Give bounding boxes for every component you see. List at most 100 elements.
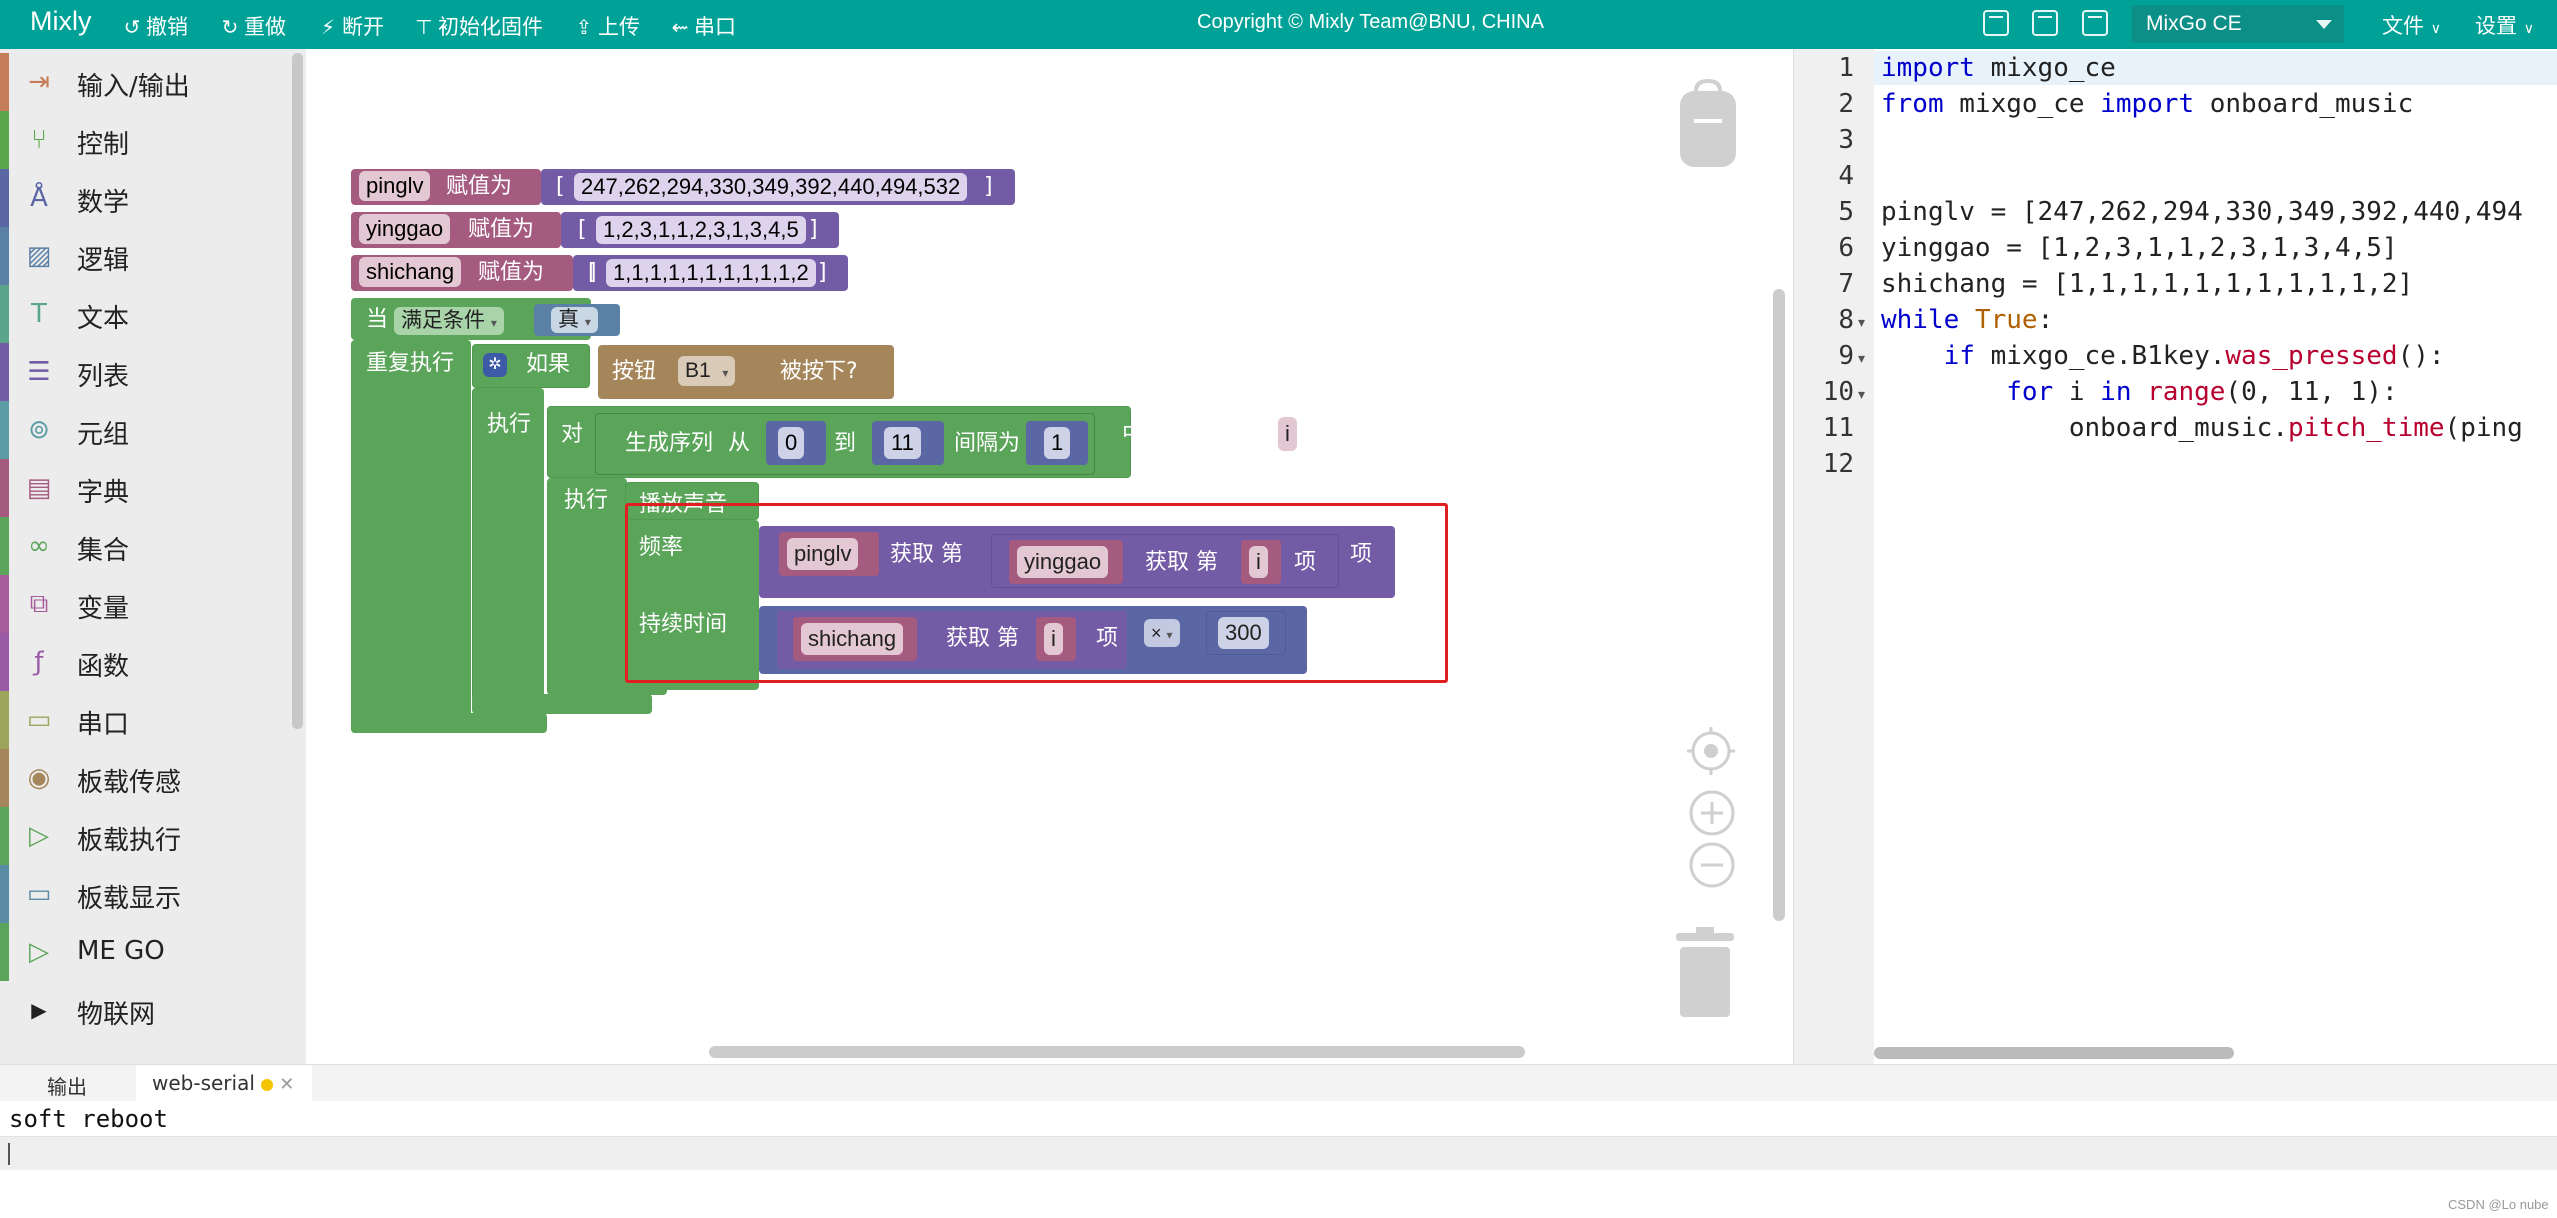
code-line-5: pinglv = [247,262,294,330,349,392,440,49…: [1881, 197, 2523, 227]
code-view-icon[interactable]: [2082, 10, 2108, 36]
chevron-down-icon: ∨: [2523, 21, 2534, 37]
math-icon: Å: [30, 183, 48, 213]
settings-menu[interactable]: 设置 ∨: [2475, 10, 2534, 40]
variable-icon: ⧉: [29, 589, 49, 619]
list-icon: ☰: [27, 357, 51, 387]
code-line-2: from mixgo_ce import onboard_music: [1881, 89, 2414, 119]
sidebar-item-control[interactable]: ⑂ 控制: [0, 111, 290, 169]
board-select[interactable]: MixGo CE: [2132, 5, 2344, 43]
sidebar-item-logic[interactable]: ▨ 逻辑: [0, 227, 290, 285]
sidebar-item-me-go[interactable]: ▷ ME GO: [0, 923, 290, 981]
gear-icon[interactable]: ✲: [483, 353, 507, 377]
workspace-vertical-scrollbar[interactable]: [1773, 289, 1785, 921]
archive-icon[interactable]: [1983, 10, 2009, 36]
repeat-label: 重复执行: [366, 351, 455, 376]
copyright-text: Copyright © Mixly Team@BNU, CHINA: [1197, 11, 1544, 33]
while-mode-dropdown[interactable]: 满足条件 ▾: [394, 307, 504, 335]
blockly-workspace[interactable]: pinglv 赋值为 [ 247,262,294,330,349,392,440…: [306, 49, 1793, 1064]
sidebar-item-variables[interactable]: ⧉ 变量: [0, 575, 290, 633]
set-icon: ∞: [28, 531, 50, 561]
editor-horizontal-scrollbar[interactable]: [1874, 1047, 2234, 1059]
each-label: 中的每个项目: [1122, 422, 1255, 447]
for-label: 对: [561, 422, 584, 447]
code-line-11: onboard_music.pitch_time(ping: [1881, 413, 2523, 443]
serial-button[interactable]: ⇜ 串口: [668, 11, 736, 41]
iter-var-i[interactable]: i: [1278, 417, 1297, 451]
top-toolbar: Mixly ↺ 撤销 ↻ 重做 ⚡ 断开 ⊤ 初始化固件 ⇪ 上传 ⇜ 串口 Copyrig…: [0, 0, 2557, 49]
zoom-out-icon[interactable]: [1689, 842, 1735, 888]
sensor-icon: ◉: [27, 763, 51, 793]
from-label: 从: [728, 431, 751, 456]
undo-icon: ↺: [123, 15, 141, 39]
logic-icon: ▨: [26, 241, 52, 271]
chevron-down-icon: ▾: [722, 366, 729, 380]
output-panel: 输出 web-serial ✕ soft reboot CSDN @Lo nub…: [0, 1064, 2557, 1218]
serial-icon: ▭: [26, 705, 52, 735]
pressed-label: 被按下?: [780, 359, 858, 384]
tab-output[interactable]: 输出: [47, 1071, 87, 1100]
sidebar-item-math[interactable]: Å 数学: [0, 169, 290, 227]
sidebar-item-set[interactable]: ∞ 集合: [0, 517, 290, 575]
chevron-down-icon: ▾: [584, 315, 591, 329]
chevron-down-icon: ∨: [2430, 21, 2441, 37]
sidebar-item-dict[interactable]: ▤ 字典: [0, 459, 290, 517]
recenter-icon[interactable]: [1685, 725, 1737, 777]
fold-arrow-icon[interactable]: ▾: [1858, 351, 1865, 367]
sidebar-item-serial[interactable]: ▭ 串口: [0, 691, 290, 749]
true-dropdown[interactable]: 真 ▾: [551, 307, 598, 333]
assign-label: 赋值为: [478, 260, 545, 285]
firmware-icon: ⊤: [415, 15, 433, 39]
sidebar-item-iot[interactable]: ▶ 物联网: [0, 981, 290, 1039]
sidebar-item-io[interactable]: ⇥ 输入/输出: [0, 53, 290, 111]
sidebar-item-onboard-actuator[interactable]: ▷ 板载执行: [0, 807, 290, 865]
sidebar-item-tuple[interactable]: ⊚ 元组: [0, 401, 290, 459]
file-menu[interactable]: 文件 ∨: [2382, 10, 2441, 40]
code-line-10: for i in range(0, 11, 1):: [2006, 377, 2398, 407]
range-label: 生成序列: [625, 431, 714, 456]
block-category-sidebar: ⇥ 输入/输出 ⑂ 控制 Å 数学 ▨ 逻辑 T 文本 ☰ 列表 ⊚ 元组 ▤ 字典 ∞ 集合 ⧉…: [0, 49, 306, 1064]
sidebar-toggle-icon[interactable]: [2032, 10, 2058, 36]
sidebar-item-list[interactable]: ☰ 列表: [0, 343, 290, 401]
code-editor[interactable]: 1 2 3 4 5 6 7 8 9 10 11 12 ▾ ▾ ▾ import …: [1793, 49, 2557, 1064]
to-value[interactable]: 11: [884, 427, 921, 459]
init-firmware-button[interactable]: ⊤ 初始化固件: [412, 11, 543, 41]
sidebar-scrollbar[interactable]: [292, 53, 303, 729]
var-pinglv[interactable]: pinglv: [359, 171, 431, 201]
workspace-horizontal-scrollbar[interactable]: [709, 1046, 1525, 1058]
sidebar-item-onboard-sensor[interactable]: ◉ 板载传感: [0, 749, 290, 807]
dict-icon: ▤: [26, 473, 52, 503]
tab-web-serial[interactable]: web-serial ✕: [152, 1071, 294, 1095]
upload-icon: ⇪: [575, 15, 593, 39]
step-value[interactable]: 1: [1044, 427, 1071, 459]
sidebar-item-onboard-display[interactable]: ▭ 板载显示: [0, 865, 290, 923]
while-loop-body: [351, 340, 471, 733]
code-line-7: shichang = [1,1,1,1,1,1,1,1,1,1,2]: [1881, 269, 2414, 299]
code-line-9: if mixgo_ce.B1key.was_pressed():: [1943, 341, 2445, 371]
from-value[interactable]: 0: [778, 427, 805, 459]
zoom-in-icon[interactable]: [1689, 790, 1735, 836]
list-values-3[interactable]: 1,1,1,1,1,1,1,1,1,1,2: [606, 259, 816, 287]
button-label: 按钮: [612, 359, 657, 384]
display-icon: ▭: [26, 879, 52, 909]
var-shichang[interactable]: shichang: [359, 257, 462, 287]
control-icon: ⑂: [31, 125, 47, 155]
redo-icon: ↻: [221, 15, 239, 39]
sidebar-item-text[interactable]: T 文本: [0, 285, 290, 343]
upload-button[interactable]: ⇪ 上传: [572, 11, 640, 41]
redo-button[interactable]: ↻ 重做: [218, 11, 286, 41]
serial-input[interactable]: [0, 1136, 2557, 1170]
fold-arrow-icon[interactable]: ▾: [1858, 315, 1865, 331]
do-label: 执行: [564, 488, 609, 513]
backpack-icon[interactable]: [1678, 79, 1738, 169]
close-icon[interactable]: ✕: [279, 1074, 294, 1095]
do-label: 执行: [487, 412, 532, 437]
undo-button[interactable]: ↺ 撤销: [120, 11, 188, 41]
trash-icon[interactable]: [1672, 927, 1738, 1019]
button-id-dropdown[interactable]: B1 ▾: [678, 356, 736, 386]
list-values-2[interactable]: 1,2,3,1,1,2,3,1,3,4,5: [596, 216, 806, 244]
disconnect-button[interactable]: ⚡ 断开: [316, 11, 384, 41]
var-yinggao[interactable]: yinggao: [359, 214, 451, 244]
fold-arrow-icon[interactable]: ▾: [1858, 387, 1865, 403]
list-values-1[interactable]: 247,262,294,330,349,392,440,494,532: [574, 173, 968, 201]
sidebar-item-functions[interactable]: ƒ 函数: [0, 633, 290, 691]
